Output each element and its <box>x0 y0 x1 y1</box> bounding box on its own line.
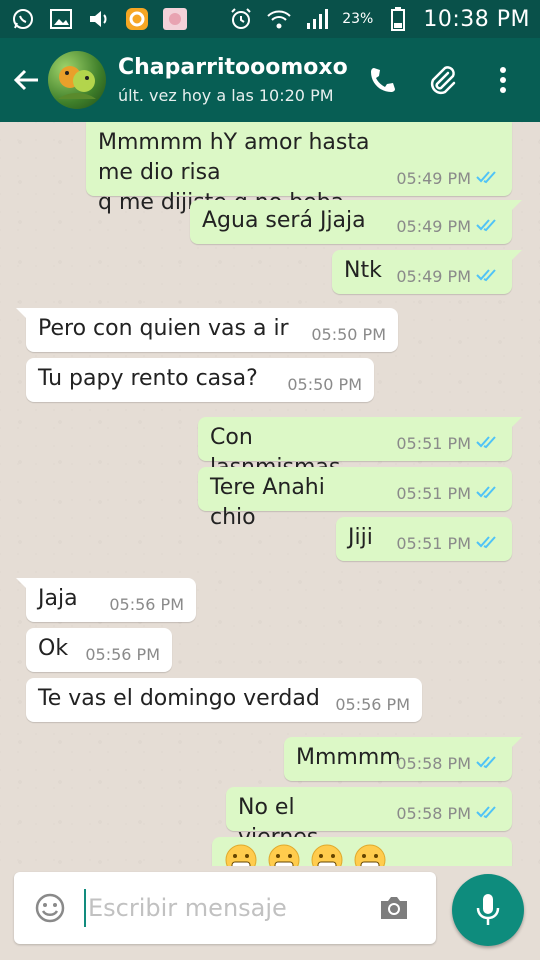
message-time: 05:58 PM <box>396 804 471 823</box>
double-check-icon <box>476 484 500 503</box>
volume-icon <box>86 7 112 31</box>
camera-icon <box>381 897 407 919</box>
battery-percent: 23% <box>342 11 374 27</box>
message-outgoing[interactable]: Mmmmm 05:58 PM <box>284 737 522 781</box>
message-incoming[interactable]: Ok 05:56 PM <box>26 628 172 672</box>
signal-icon <box>304 7 330 31</box>
photo-icon <box>162 7 188 31</box>
message-time: 05:56 PM <box>85 645 160 664</box>
message-composer[interactable]: Escribir mensaje <box>14 872 436 944</box>
message-input[interactable]: Escribir mensaje <box>88 894 374 922</box>
avatar[interactable] <box>48 51 106 109</box>
more-options-button[interactable] <box>486 63 520 97</box>
emoji-button[interactable] <box>30 888 70 928</box>
double-check-icon <box>476 534 500 553</box>
message-outgoing[interactable]: Jiji 05:51 PM <box>336 517 512 561</box>
double-check-icon <box>476 804 500 823</box>
message-outgoing[interactable]: Con lasnmismas 05:51 PM <box>198 417 522 480</box>
camera-button[interactable] <box>374 888 414 928</box>
text-cursor <box>84 889 86 927</box>
image-icon <box>48 7 74 31</box>
message-time: 05:49 PM <box>396 267 471 286</box>
arrow-left-icon <box>13 69 38 91</box>
message-time: 05:51 PM <box>396 534 471 553</box>
message-time: 05:49 PM <box>396 169 471 188</box>
message-incoming[interactable]: Te vas el domingo verdad 05:56 PM <box>26 678 422 722</box>
alarm-icon <box>228 7 254 31</box>
double-check-icon <box>476 169 500 188</box>
double-check-icon <box>476 754 500 773</box>
message-outgoing[interactable]: Agua será Jjaja 05:49 PM <box>190 200 522 244</box>
last-seen: últ. vez hoy a las 10:20 PM <box>118 85 334 105</box>
chat-header: Chaparritooomoxo últ. vez hoy a las 10:2… <box>0 38 540 122</box>
message-time: 05:50 PM <box>311 325 386 344</box>
message-time: 05:51 PM <box>396 434 471 453</box>
message-time: 05:51 PM <box>396 484 471 503</box>
voice-record-button[interactable] <box>452 874 524 946</box>
phone-icon <box>371 68 395 92</box>
message-outgoing[interactable]: Mmmmm hY amor hasta me dio risa q me dij… <box>86 122 512 215</box>
message-incoming[interactable]: Pero con quien vas a ir 05:50 PM <box>16 308 398 352</box>
microphone-icon <box>476 894 500 925</box>
message-incoming[interactable]: Tu papy rento casa? 05:50 PM <box>26 358 374 402</box>
grimace-emoji <box>311 844 343 866</box>
double-check-icon <box>476 267 500 286</box>
grimace-emoji <box>268 844 300 866</box>
battery-icon <box>385 7 411 31</box>
message-incoming[interactable]: Jaja 05:56 PM <box>16 578 196 622</box>
message-time: 05:56 PM <box>335 695 410 714</box>
message-outgoing[interactable]: No el viernes 05:58 PM <box>226 787 512 850</box>
message-time: 05:50 PM <box>287 375 362 394</box>
grimace-emoji <box>225 844 257 866</box>
wifi-icon <box>266 7 292 31</box>
smiley-icon <box>35 893 65 923</box>
whatsapp-icon <box>10 7 36 31</box>
attach-button[interactable] <box>426 63 460 97</box>
message-time: 05:58 PM <box>396 754 471 773</box>
message-time: 05:56 PM <box>109 595 184 614</box>
message-time: 05:49 PM <box>396 217 471 236</box>
clock: 10:38 PM <box>423 6 530 32</box>
paperclip-icon <box>430 66 456 95</box>
more-vertical-icon <box>500 67 506 93</box>
call-button[interactable] <box>366 63 400 97</box>
status-bar: 23% 10:38 PM <box>0 0 540 38</box>
double-check-icon <box>476 217 500 236</box>
app-icon <box>124 7 150 31</box>
double-check-icon <box>476 434 500 453</box>
message-outgoing[interactable]: Tere Anahi chio 05:51 PM <box>198 467 512 530</box>
message-outgoing-emoji[interactable] <box>212 837 512 866</box>
contact-name: Chaparritooomoxo <box>118 55 348 81</box>
grimace-emoji <box>354 844 386 866</box>
back-button[interactable] <box>4 50 48 110</box>
message-outgoing[interactable]: Ntk 05:49 PM <box>332 250 522 294</box>
contact-info[interactable]: Chaparritooomoxo últ. vez hoy a las 10:2… <box>118 55 366 104</box>
message-list[interactable]: Mmmmm hY amor hasta me dio risa q me dij… <box>0 122 540 866</box>
